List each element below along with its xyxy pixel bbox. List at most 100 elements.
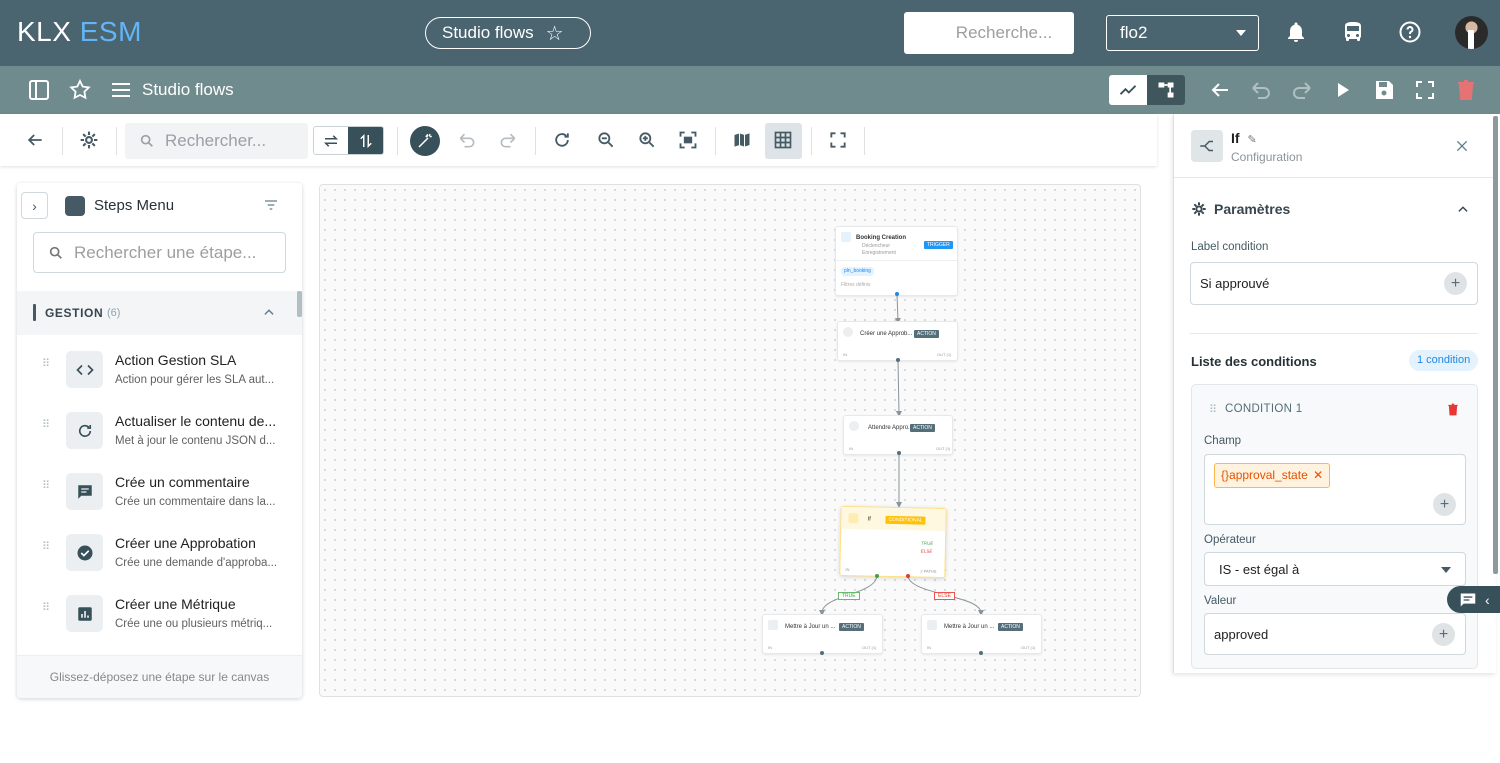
else-handle[interactable] — [906, 574, 910, 578]
output-handle[interactable] — [979, 651, 983, 655]
panel-title: If ✎ — [1231, 130, 1257, 146]
step-name: Actualiser le contenu de... — [115, 413, 277, 429]
approval-node[interactable]: Créer une Approb... ACTION IN OUT (1) — [837, 321, 958, 361]
vertical-layout-button[interactable] — [348, 127, 383, 154]
zoom-in-icon[interactable] — [637, 130, 657, 150]
output-handle[interactable] — [897, 451, 901, 455]
steps-scrollbar[interactable] — [297, 291, 302, 317]
menu-icon[interactable] — [109, 78, 133, 102]
global-search-input[interactable]: Recherche... — [904, 12, 1074, 54]
user-avatar[interactable] — [1455, 16, 1488, 49]
step-description: Crée une ou plusieurs métriq... — [115, 618, 273, 630]
drag-handle-icon[interactable]: ⠿ — [42, 420, 52, 437]
drag-handle-icon[interactable]: ⠿ — [42, 603, 52, 620]
chevron-up-icon[interactable] — [262, 305, 276, 319]
refresh-icon[interactable] — [552, 130, 572, 150]
drag-handle-icon[interactable]: ⠿ — [42, 359, 52, 376]
flow-view-button[interactable] — [1109, 75, 1147, 105]
drag-handle-icon[interactable]: ⠿ — [42, 481, 52, 498]
trigger-node[interactable]: Booking Creation Déclencheur Enregistrem… — [835, 226, 958, 296]
favorite-star-icon[interactable] — [68, 78, 92, 102]
layout-direction-toggle[interactable] — [313, 126, 384, 155]
back-arrow-icon[interactable] — [1208, 78, 1232, 102]
environment-select[interactable]: flo2 — [1106, 15, 1259, 51]
help-icon[interactable] — [1398, 20, 1422, 44]
flow-canvas[interactable]: TRUE ELSE Booking Creation Déclencheur E… — [319, 184, 1141, 697]
redo-icon[interactable] — [1290, 78, 1314, 102]
undo-icon[interactable] — [457, 130, 477, 150]
edge-label-else: ELSE — [934, 592, 955, 600]
label-condition-input[interactable]: Si approuvé — [1190, 262, 1478, 305]
field-input[interactable]: {}approval_state ✕ + — [1204, 454, 1466, 525]
panel-subtitle: Configuration — [1231, 150, 1303, 164]
play-icon[interactable] — [1331, 78, 1355, 102]
sidebar-toggle-icon[interactable] — [27, 78, 51, 102]
true-handle[interactable] — [875, 574, 879, 578]
horizontal-layout-button[interactable] — [314, 127, 349, 154]
delete-icon[interactable] — [1446, 402, 1460, 417]
add-value-button[interactable]: + — [1432, 623, 1455, 646]
back-arrow-icon[interactable] — [25, 130, 45, 150]
node-out: OUT (1) — [1021, 645, 1036, 650]
drag-handle-icon[interactable]: ⠿ — [42, 542, 52, 559]
step-item[interactable]: ⠿ Actualiser le contenu de... Met à jour… — [17, 404, 297, 465]
steps-menu: › Steps Menu Rechercher une étape... GES… — [17, 183, 302, 698]
remove-chip-icon[interactable]: ✕ — [1313, 468, 1323, 482]
value-input[interactable]: approved + — [1204, 613, 1466, 655]
edit-pencil-icon[interactable]: ✎ — [1247, 134, 1256, 146]
delete-icon[interactable] — [1454, 78, 1478, 102]
output-handle[interactable] — [895, 292, 899, 296]
output-handle[interactable] — [820, 651, 824, 655]
star-icon[interactable]: ☆ — [546, 21, 564, 46]
view-mode-toggle[interactable] — [1109, 75, 1185, 105]
fullscreen-icon[interactable] — [828, 130, 848, 150]
pencil-icon — [768, 620, 778, 630]
fit-view-icon[interactable] — [678, 130, 698, 150]
output-handle[interactable] — [896, 358, 900, 362]
comment-icon — [66, 473, 103, 510]
grid-icon — [774, 131, 792, 149]
step-search-input[interactable]: Rechercher une étape... — [33, 232, 286, 273]
tree-view-button[interactable] — [1147, 75, 1185, 105]
step-item[interactable]: ⠿ Créer une Métrique Crée une ou plusieu… — [17, 587, 297, 648]
chat-icon — [1460, 592, 1476, 607]
chat-button[interactable]: ‹ — [1447, 586, 1500, 613]
step-item[interactable]: ⠿ Action Gestion SLA Action pour gérer l… — [17, 343, 297, 404]
settings-gear-icon[interactable] — [79, 130, 99, 150]
update-true-node[interactable]: Mettre à Jour un ... ACTION IN OUT (1) — [762, 614, 883, 654]
operator-select[interactable]: IS - est égal à — [1204, 552, 1466, 586]
add-variable-button[interactable]: + — [1444, 272, 1467, 295]
collapse-steps-button[interactable]: › — [21, 192, 48, 219]
update-else-node[interactable]: Mettre à Jour un ... ACTION IN OUT (1) — [921, 614, 1042, 654]
map-icon[interactable] — [732, 130, 752, 150]
node-tag: ACTION — [910, 424, 935, 432]
step-item[interactable]: ⠿ Créer une Approbation Crée une demande… — [17, 526, 297, 587]
if-node[interactable]: If CONDITIONAL TRUE ELSE IN 2 PATHS — [839, 505, 947, 579]
step-item[interactable]: ⠿ Crée un commentaire Crée un commentair… — [17, 465, 297, 526]
node-tag: ACTION — [914, 330, 939, 338]
step-description: Met à jour le contenu JSON d... — [115, 435, 276, 447]
redo-icon[interactable] — [498, 130, 518, 150]
magic-wand-icon — [418, 133, 432, 148]
config-panel: If ✎ Configuration Paramètres Label cond… — [1173, 114, 1496, 673]
close-icon[interactable] — [1454, 138, 1470, 154]
app-logo[interactable]: KLX ESM — [17, 16, 142, 48]
bell-icon[interactable] — [1284, 20, 1308, 44]
operator-label: Opérateur — [1204, 534, 1256, 546]
save-icon[interactable] — [1372, 78, 1396, 102]
panel-scrollbar[interactable] — [1493, 116, 1498, 574]
wait-approval-node[interactable]: Attendre Appro... ACTION IN OUT (1) — [843, 415, 953, 455]
check-circle-icon — [66, 534, 103, 571]
auto-layout-button[interactable] — [410, 126, 440, 156]
studio-flows-pill[interactable]: Studio flows ☆ — [425, 17, 591, 49]
bus-icon[interactable] — [1341, 20, 1365, 44]
group-header-gestion[interactable]: GESTION (6) — [17, 291, 302, 335]
fullscreen-icon[interactable] — [1413, 78, 1437, 102]
filter-icon[interactable] — [263, 197, 279, 213]
chevron-up-icon[interactable] — [1456, 202, 1470, 216]
drag-handle-icon[interactable]: ⠿ — [1209, 403, 1217, 416]
zoom-out-icon[interactable] — [596, 130, 616, 150]
undo-icon[interactable] — [1249, 78, 1273, 102]
add-field-button[interactable]: + — [1433, 493, 1456, 516]
variable-chip[interactable]: {}approval_state ✕ — [1214, 463, 1331, 488]
